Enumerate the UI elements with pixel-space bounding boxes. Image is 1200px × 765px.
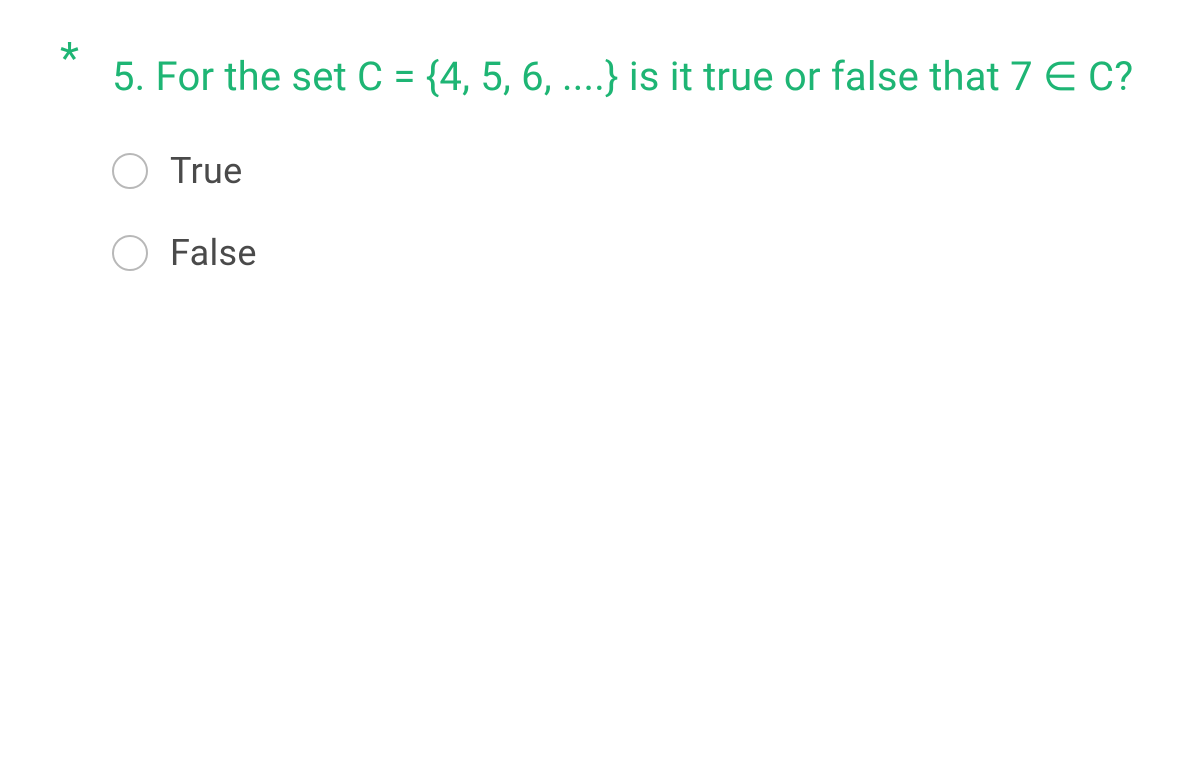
required-asterisk-icon: * [60,32,79,84]
options-list: True False [60,150,1140,274]
option-false[interactable]: False [112,232,1140,274]
option-label: False [170,232,257,274]
question-text: 5. For the set C = {4, 5, 6, ....} is it… [60,40,1140,114]
option-true[interactable]: True [112,150,1140,192]
radio-icon [112,235,148,271]
radio-icon [112,153,148,189]
option-label: True [170,150,243,192]
question-container: * 5. For the set C = {4, 5, 6, ....} is … [60,40,1140,274]
